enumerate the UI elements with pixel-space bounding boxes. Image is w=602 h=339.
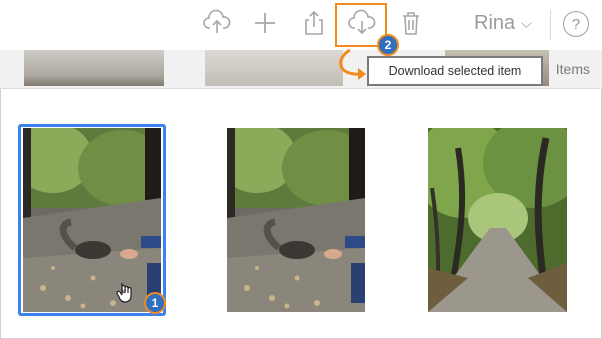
share-icon[interactable] <box>299 8 329 38</box>
thumbnail-partial <box>205 50 343 86</box>
user-menu[interactable]: Rina ⌵ <box>474 12 532 35</box>
toolbar: Rina ⌵ ? <box>0 0 602 50</box>
plus-icon[interactable] <box>250 8 280 38</box>
toolbar-divider <box>550 10 551 40</box>
step-badge-1: 1 <box>144 292 166 314</box>
step-badge-2: 2 <box>377 34 399 56</box>
thumbnail-partial <box>24 50 164 86</box>
items-label: Items <box>555 61 590 77</box>
trash-icon[interactable] <box>396 8 426 38</box>
hand-cursor-icon <box>116 283 132 303</box>
selection-frame <box>18 124 166 316</box>
tooltip: Download selected item <box>367 56 543 86</box>
upload-cloud-icon[interactable] <box>202 8 232 38</box>
help-glyph: ? <box>571 15 581 33</box>
tooltip-text: Download selected item <box>388 64 522 78</box>
badge-number: 1 <box>151 296 159 310</box>
badge-number: 2 <box>384 38 392 52</box>
user-name: Rina <box>474 12 516 34</box>
photo-thumbnail[interactable] <box>428 128 567 312</box>
photo-thumbnail[interactable] <box>227 128 365 312</box>
chevron-down-icon: ⌵ <box>521 15 532 31</box>
callout-arrow-icon <box>339 48 366 80</box>
help-icon[interactable]: ? <box>563 11 589 37</box>
